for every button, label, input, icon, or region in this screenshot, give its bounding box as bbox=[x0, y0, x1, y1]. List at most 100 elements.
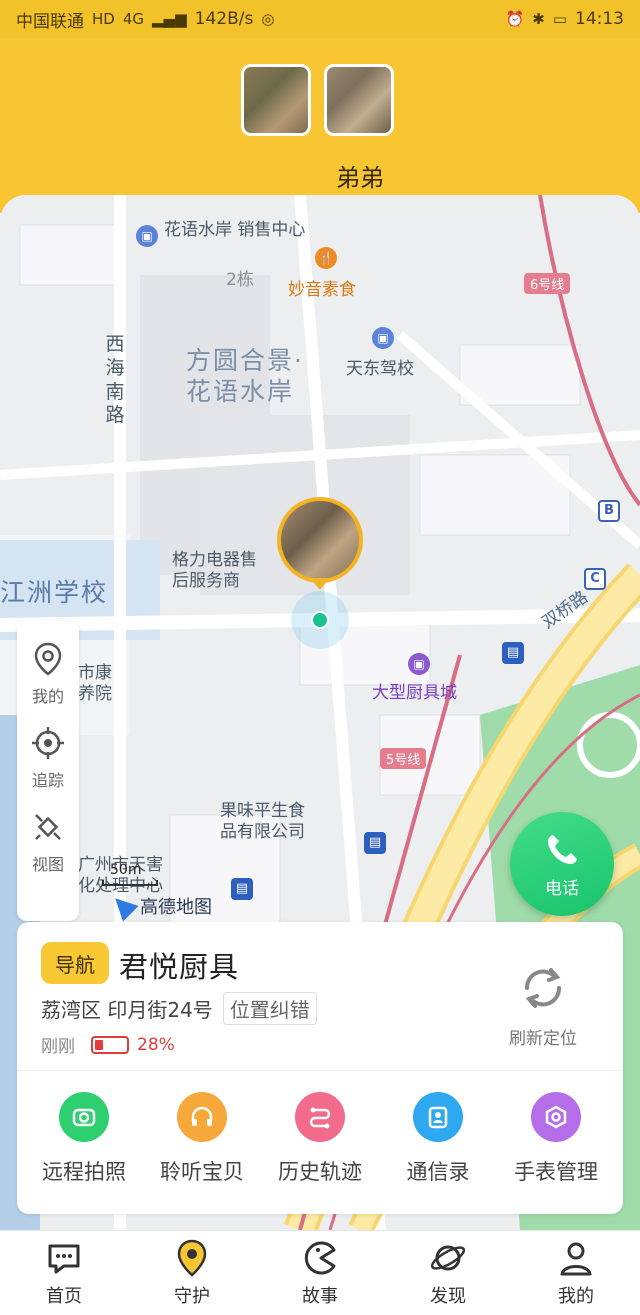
tool-my-location[interactable]: 我的 bbox=[30, 641, 66, 707]
alarm-icon: ⏰ bbox=[505, 10, 525, 28]
bus-stop-icon: ▤ bbox=[502, 642, 524, 664]
nav-label: 守护 bbox=[174, 1286, 210, 1307]
navigate-button[interactable]: 导航 bbox=[41, 942, 109, 984]
feature-contacts[interactable]: 通信录 bbox=[379, 1092, 497, 1186]
map-label-jiangzhou: 江洲学校 bbox=[0, 578, 109, 607]
camera-icon bbox=[59, 1092, 109, 1142]
location-pin-icon bbox=[177, 1239, 207, 1277]
metro-exit-c: C bbox=[584, 568, 606, 590]
map-label-xihai: 西海南路 bbox=[105, 333, 125, 427]
tool-label: 我的 bbox=[31, 687, 64, 706]
bluetooth-icon: ✱ bbox=[532, 10, 545, 28]
nav-stories[interactable]: 故事 bbox=[270, 1238, 370, 1308]
restaurant-icon: 🍴 bbox=[315, 247, 337, 269]
update-time: 刚刚 bbox=[41, 1037, 75, 1057]
shop-icon: ▣ bbox=[408, 653, 430, 675]
signal-icon: ▂▄▆ bbox=[152, 10, 187, 28]
tool-label: 视图 bbox=[31, 855, 64, 874]
map-provider-label: 高德地图 bbox=[140, 897, 212, 918]
metro-line-5: 5号线 bbox=[380, 748, 427, 769]
call-button[interactable]: 电话 bbox=[510, 812, 614, 916]
bus-stop-icon: ▤ bbox=[364, 832, 386, 854]
bus-stop-icon: ▤ bbox=[231, 878, 253, 900]
card-divider bbox=[17, 1070, 623, 1071]
carrier-label: 中国联通 bbox=[16, 11, 84, 32]
nav-guard[interactable]: 守护 bbox=[142, 1238, 242, 1308]
child-name: 弟弟 bbox=[336, 164, 384, 192]
refresh-location-button[interactable]: 刷新定位 bbox=[509, 960, 577, 1049]
map-label-fangyuan: 方圆合景· 花语水岸 bbox=[186, 346, 304, 407]
chat-bubble-icon bbox=[48, 1244, 80, 1274]
driving-school-icon: ▣ bbox=[372, 327, 394, 349]
child-avatar-1[interactable] bbox=[241, 64, 311, 136]
map-label-guowei: 果味平生食 品有限公司 bbox=[220, 801, 305, 843]
nav-label: 故事 bbox=[302, 1286, 338, 1307]
planet-icon bbox=[430, 1245, 466, 1271]
child-header: 弟弟 bbox=[0, 38, 640, 213]
network-speed: 142B/s bbox=[194, 9, 254, 29]
battery-level bbox=[95, 1039, 103, 1050]
feature-label: 远程拍照 bbox=[42, 1160, 126, 1184]
child-avatar-2[interactable] bbox=[324, 64, 394, 136]
feature-listen[interactable]: 聆听宝贝 bbox=[143, 1092, 261, 1186]
feature-label: 聆听宝贝 bbox=[160, 1160, 244, 1184]
feature-history-track[interactable]: 历史轨迹 bbox=[261, 1092, 379, 1186]
metro-line-6: 6号线 bbox=[524, 273, 571, 294]
map-scale-label: 50m bbox=[110, 862, 142, 878]
map-provider-logo: 高德地图 bbox=[107, 890, 212, 922]
pacman-icon bbox=[304, 1241, 336, 1275]
location-info-card: 导航 君悦厨具 荔湾区 印月街24号 位置纠错 刚刚 28% 刷新定位 远程拍照 bbox=[17, 922, 623, 1214]
target-icon bbox=[32, 727, 64, 759]
poi-icon: ▣ bbox=[136, 225, 158, 247]
feature-label: 历史轨迹 bbox=[278, 1160, 362, 1184]
feature-watch-manage[interactable]: 手表管理 bbox=[497, 1092, 615, 1186]
clock: 14:13 bbox=[575, 9, 624, 29]
tool-track[interactable]: 追踪 bbox=[30, 725, 66, 791]
map-side-toolbar: 我的 追踪 视图 bbox=[17, 621, 79, 921]
tool-label: 追踪 bbox=[31, 771, 64, 790]
map-label-kitchen-city: 大型厨具城 bbox=[372, 683, 457, 703]
nav-mine[interactable]: 我的 bbox=[526, 1238, 626, 1308]
map-scale-bar bbox=[102, 880, 158, 886]
refresh-label: 刷新定位 bbox=[509, 1029, 577, 1049]
map-label-miaoyin: 妙音素食 bbox=[288, 280, 356, 300]
address-text: 荔湾区 印月街24号 bbox=[41, 998, 213, 1022]
place-name: 君悦厨具 bbox=[119, 950, 240, 984]
satellite-icon bbox=[35, 814, 61, 840]
contacts-icon bbox=[413, 1092, 463, 1142]
refresh-icon bbox=[524, 968, 562, 1008]
pin-pointer bbox=[310, 578, 330, 590]
battery-icon bbox=[91, 1035, 129, 1054]
headphones-icon bbox=[177, 1092, 227, 1142]
location-dot bbox=[311, 611, 329, 629]
feature-label: 通信录 bbox=[406, 1160, 470, 1184]
nav-home[interactable]: 首页 bbox=[14, 1238, 114, 1308]
metro-exit-b: B bbox=[598, 500, 620, 522]
nav-label: 我的 bbox=[558, 1286, 594, 1307]
hd-icon: HD bbox=[92, 10, 115, 28]
phone-icon bbox=[548, 834, 577, 864]
map-label-geli: 格力电器售 后服务商 bbox=[172, 550, 257, 592]
map-label-tiandong: 天东驾校 bbox=[346, 359, 414, 379]
wechat-icon: ◎ bbox=[261, 10, 275, 28]
nav-label: 首页 bbox=[46, 1286, 82, 1307]
status-bar: 中国联通 HD 4G ▂▄▆ 142B/s ◎ ⏰ ✱ ▭ 14:13 bbox=[0, 0, 640, 38]
location-pin-icon bbox=[34, 642, 62, 676]
tool-view[interactable]: 视图 bbox=[30, 809, 66, 875]
nav-label: 发现 bbox=[430, 1286, 466, 1307]
feature-label: 手表管理 bbox=[514, 1160, 598, 1184]
map-label-shikang: 市康 养院 bbox=[78, 663, 112, 705]
map-label-flower-sales: 花语水岸 销售中心 bbox=[164, 220, 306, 240]
feature-row: 远程拍照 聆听宝贝 历史轨迹 通信录 手表管理 bbox=[17, 1092, 623, 1186]
route-icon bbox=[295, 1092, 345, 1142]
map-label-building: 2栋 bbox=[226, 270, 254, 290]
amap-arrow-icon bbox=[107, 890, 139, 922]
battery-text: 28% bbox=[137, 1034, 175, 1055]
nav-discover[interactable]: 发现 bbox=[398, 1238, 498, 1308]
child-location-pin[interactable] bbox=[277, 497, 363, 583]
network-label: 4G bbox=[122, 10, 145, 28]
feature-remote-photo[interactable]: 远程拍照 bbox=[25, 1092, 143, 1186]
correct-location-button[interactable]: 位置纠错 bbox=[222, 992, 317, 1025]
bottom-nav: 首页 守护 故事 发现 我的 bbox=[0, 1230, 640, 1315]
watch-battery: 28% bbox=[91, 1035, 175, 1055]
